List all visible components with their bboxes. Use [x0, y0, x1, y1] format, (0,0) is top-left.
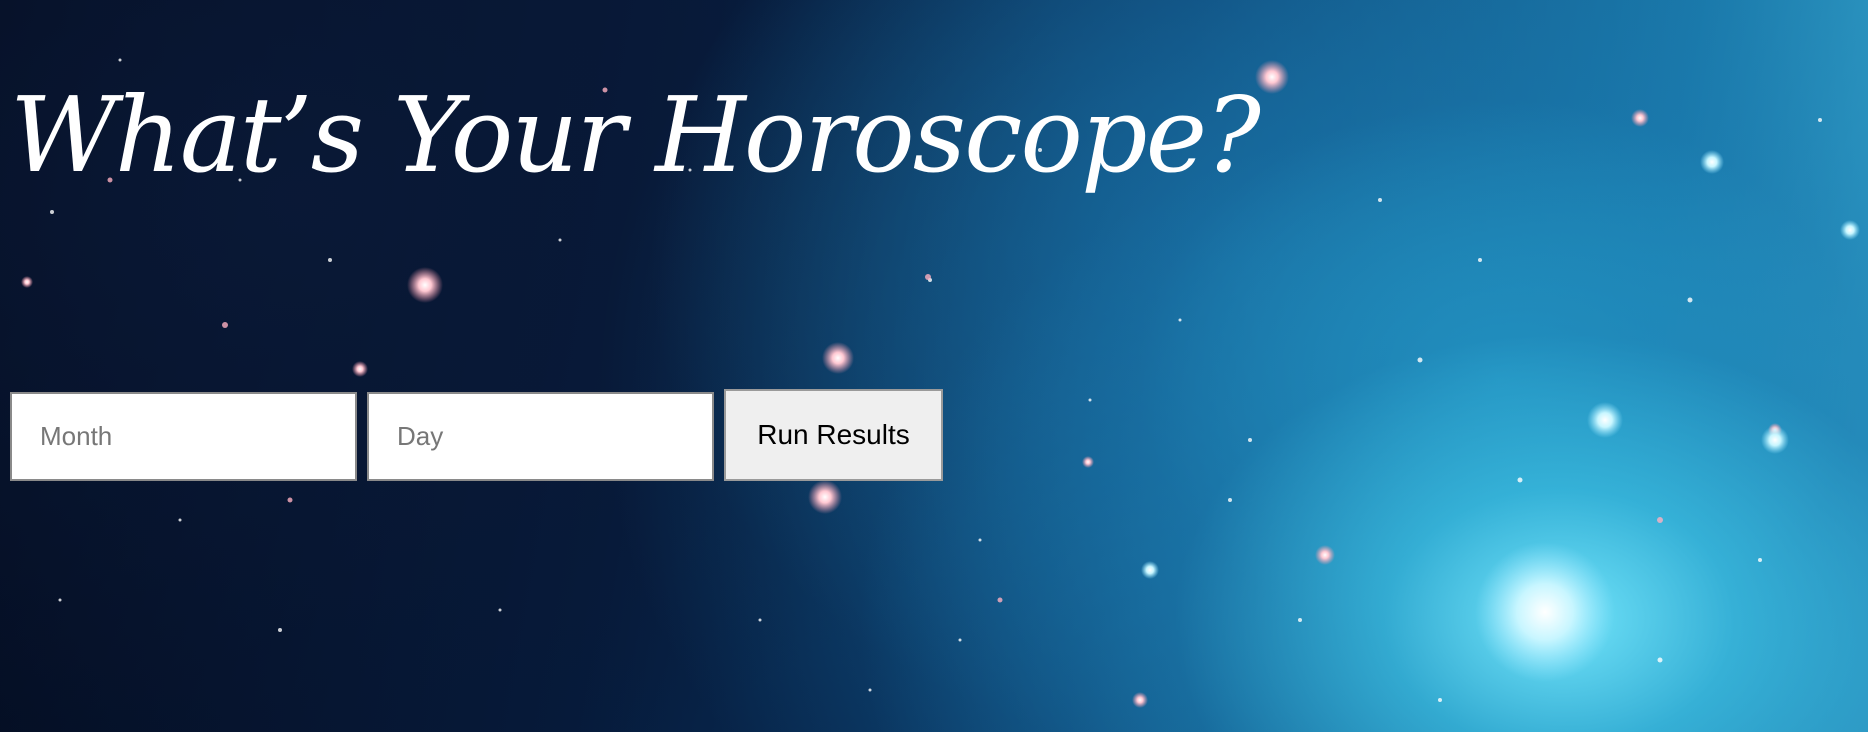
horoscope-form: Run Results [10, 388, 943, 481]
day-input[interactable] [367, 392, 714, 481]
month-input[interactable] [10, 392, 357, 481]
run-results-button[interactable]: Run Results [724, 388, 943, 481]
page-title: What’s Your Horoscope? [10, 74, 1261, 196]
